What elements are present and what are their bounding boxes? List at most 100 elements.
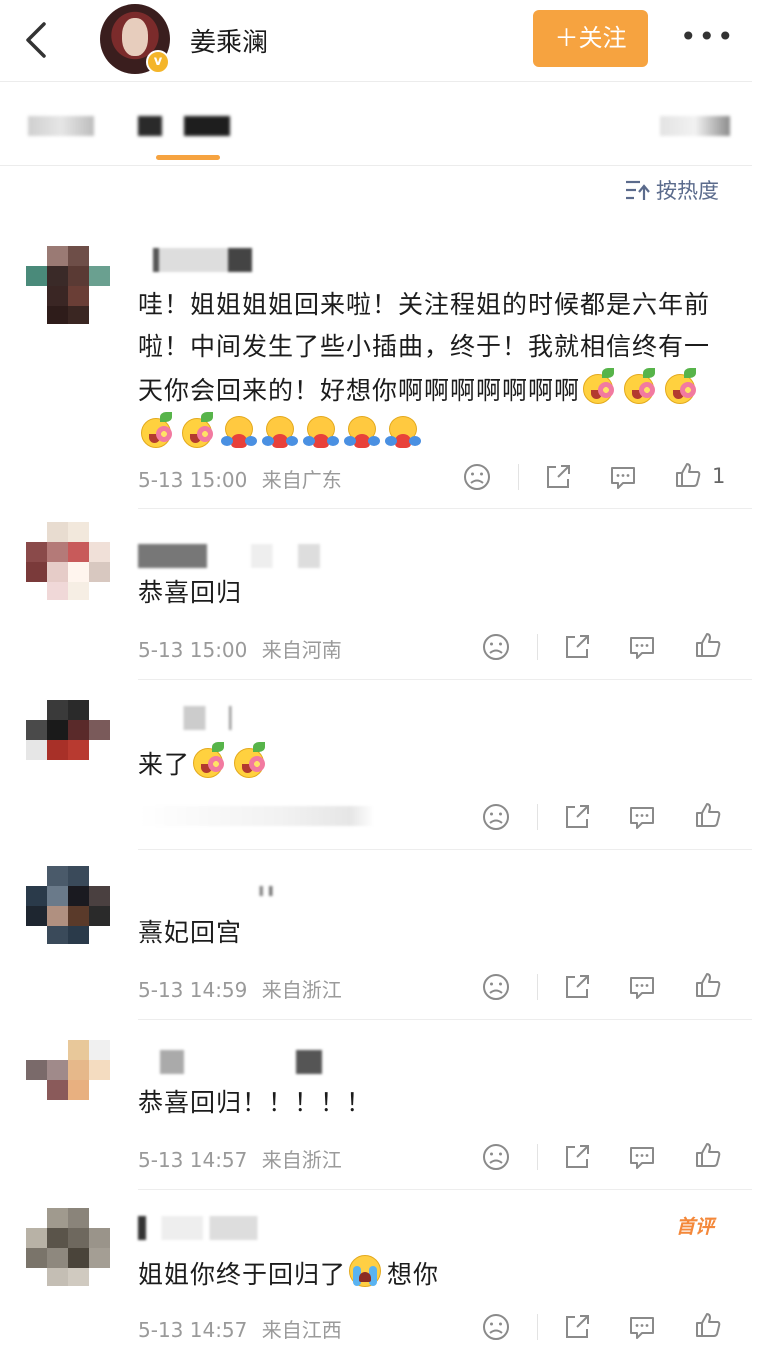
dislike-icon[interactable] [481, 972, 515, 1004]
flower-face-emoji [138, 412, 176, 450]
avatar[interactable] [26, 522, 110, 600]
dislike-icon[interactable] [481, 802, 515, 834]
dislike-icon[interactable] [481, 1312, 515, 1344]
comment-location: 来自江西 [261, 1318, 342, 1342]
action-separator [537, 804, 538, 830]
first-comment-badge: 首评 [676, 1216, 715, 1238]
action-separator [537, 1314, 538, 1340]
commenter-name[interactable] [138, 248, 288, 272]
comment-text: 姐姐你终于回归了 想你 [138, 1252, 728, 1296]
avatar[interactable] [26, 700, 110, 778]
comment-meta: 5-13 14:57 来自江西 [138, 1314, 342, 1343]
comment-meta: 5-13 15:00 来自河南 [138, 634, 342, 663]
comment-icon[interactable] [627, 632, 661, 664]
sort-icon [626, 180, 650, 200]
avatar[interactable] [26, 246, 110, 324]
like-icon[interactable] [693, 800, 727, 832]
comment-emojis [190, 742, 272, 779]
username[interactable]: 姜乘澜 [190, 22, 268, 59]
flower-face-emoji [662, 368, 700, 406]
comment-divider [138, 1189, 752, 1190]
avatar[interactable] [26, 1208, 110, 1286]
comment-location: 来自河南 [261, 638, 342, 662]
crying-emoji [346, 1252, 384, 1290]
commenter-name[interactable] [138, 706, 268, 730]
comment-icon[interactable] [627, 972, 661, 1004]
dislike-icon[interactable] [481, 632, 515, 664]
comment-text: 恭喜回归 [138, 578, 243, 607]
action-separator [537, 1144, 538, 1170]
tab-comments-part1[interactable] [138, 116, 162, 136]
comment-time: 5-13 14:57 [138, 1318, 248, 1342]
sort-label: 按热度 [656, 179, 719, 203]
like-icon[interactable] [693, 970, 727, 1002]
share-icon[interactable] [562, 1142, 596, 1174]
tab-reposts[interactable] [28, 116, 94, 136]
action-separator [537, 634, 538, 660]
comment-text: 来了 [138, 742, 728, 786]
flower-face-emoji [580, 368, 618, 406]
comment-location: 来自广东 [261, 468, 342, 492]
like-icon[interactable] [693, 1310, 727, 1342]
follow-button[interactable]: ＋关注 [533, 10, 648, 67]
comment-meta: 5-13 14:57 来自浙江 [138, 1144, 342, 1173]
hug-emoji [261, 412, 299, 450]
active-tab-indicator [156, 155, 220, 160]
comment-icon[interactable] [608, 462, 642, 494]
back-icon[interactable] [18, 18, 58, 62]
comment-location: 来自浙江 [261, 1148, 342, 1172]
share-icon[interactable] [562, 802, 596, 834]
comment-divider [138, 508, 752, 509]
like-icon[interactable] [673, 460, 707, 492]
comment-text-content: 来了 [138, 750, 191, 779]
tab-comments-part2[interactable] [184, 116, 230, 136]
tab-bar [0, 82, 752, 166]
flower-face-emoji [190, 742, 228, 780]
comment-meta: 5-13 15:00 来自广东 [138, 464, 342, 493]
comment-icon[interactable] [627, 802, 661, 834]
verified-icon: v [146, 50, 170, 74]
hug-emoji [302, 412, 340, 450]
comment-text: 恭喜回归！！！！！ [138, 1088, 373, 1117]
commenter-name[interactable] [138, 544, 320, 568]
like-icon[interactable] [693, 630, 727, 662]
comment-icon[interactable] [627, 1312, 661, 1344]
share-icon[interactable] [543, 462, 577, 494]
like-count: 1 [712, 464, 726, 488]
comment-time: 5-13 15:00 [138, 638, 248, 662]
avatar[interactable] [26, 866, 110, 944]
comment-text-content: 姐姐你终于回归了 [138, 1260, 347, 1289]
flower-face-emoji [621, 368, 659, 406]
hug-emoji [220, 412, 258, 450]
comment-divider [138, 679, 752, 680]
like-icon[interactable] [693, 1140, 727, 1172]
user-avatar[interactable]: v [100, 4, 170, 74]
comment-divider [138, 849, 752, 850]
hug-emoji [384, 412, 422, 450]
sort-by-hot[interactable]: 按热度 [624, 176, 719, 204]
comment-time: 5-13 14:59 [138, 978, 248, 1002]
share-icon[interactable] [562, 632, 596, 664]
more-icon[interactable]: ••• [680, 22, 734, 56]
comment-icon[interactable] [627, 1142, 661, 1174]
avatar[interactable] [26, 1040, 110, 1118]
comment-divider [138, 1019, 752, 1020]
share-icon[interactable] [562, 972, 596, 1004]
flower-face-emoji [231, 742, 269, 780]
flower-face-emoji [179, 412, 217, 450]
dislike-icon[interactable] [462, 462, 496, 494]
action-separator [518, 464, 519, 490]
commenter-name[interactable] [138, 1216, 268, 1240]
share-icon[interactable] [562, 1312, 596, 1344]
commenter-name[interactable] [138, 886, 298, 896]
comment-time: 5-13 14:57 [138, 1148, 248, 1172]
avatar-face [122, 18, 148, 56]
commenter-name[interactable] [138, 1050, 322, 1074]
comment-text: 熹妃回宫 [138, 918, 243, 947]
comment-meta-obscured [138, 806, 374, 826]
top-bar: v 姜乘澜 ＋关注 ••• [0, 0, 752, 82]
tab-likes[interactable] [660, 116, 730, 136]
dislike-icon[interactable] [481, 1142, 515, 1174]
comment-location: 来自浙江 [261, 978, 342, 1002]
comment-time: 5-13 15:00 [138, 468, 248, 492]
